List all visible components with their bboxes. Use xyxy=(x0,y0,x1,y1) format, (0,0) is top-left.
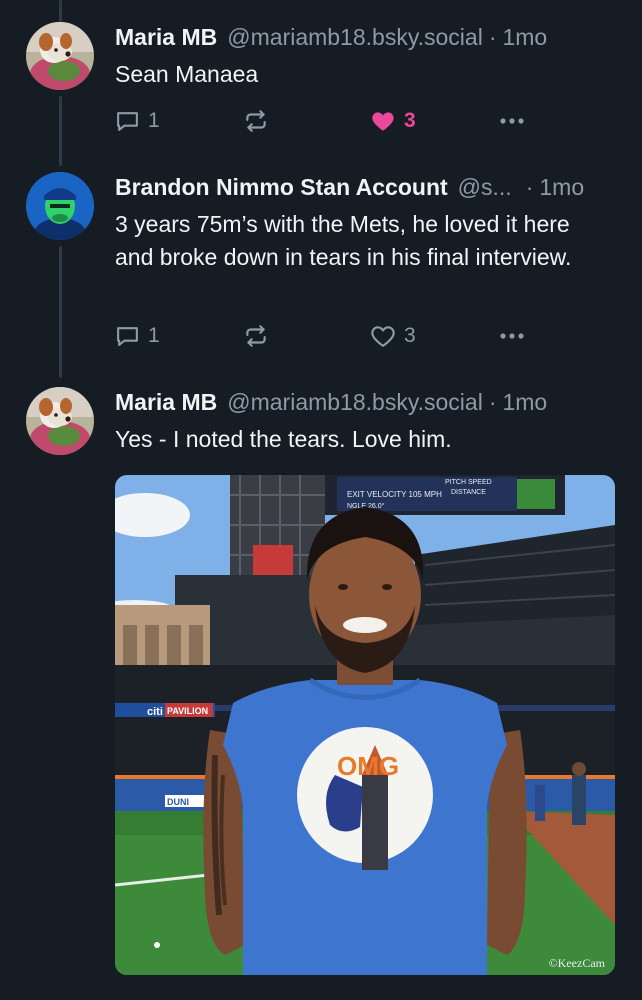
display-name[interactable]: Brandon Nimmo Stan Account xyxy=(115,172,448,202)
post-actions: 1 3 xyxy=(115,108,535,138)
player-avatar[interactable] xyxy=(26,172,94,240)
like-button[interactable]: 3 xyxy=(370,108,416,134)
post-actions: 1 3 xyxy=(115,323,535,353)
scoreboard-text: PITCH SPEED xyxy=(445,479,492,486)
repost-icon xyxy=(246,110,266,132)
post-header: Maria MB @mariamb18.bsky.social · 1mo xyxy=(115,387,616,417)
repost-button[interactable] xyxy=(243,108,269,134)
more-icon xyxy=(500,118,524,124)
post-header: Brandon Nimmo Stan Account @s... · 1mo xyxy=(115,172,616,202)
repost-icon xyxy=(246,325,266,347)
reply-icon xyxy=(117,327,138,346)
stadium-sign-citi: citi xyxy=(147,706,163,718)
user-handle[interactable]: @mariamb18.bsky.social xyxy=(227,22,483,52)
separator-dot: · xyxy=(488,389,497,415)
thread-line-top xyxy=(59,0,62,22)
reply-count: 1 xyxy=(148,323,160,347)
reply-button[interactable]: 1 xyxy=(115,108,160,133)
reply-button[interactable]: 1 xyxy=(115,323,160,348)
like-count: 3 xyxy=(404,324,416,347)
display-name[interactable]: Maria MB xyxy=(115,387,217,417)
timestamp[interactable]: 1mo xyxy=(502,22,547,52)
timestamp[interactable]: 1mo xyxy=(502,387,547,417)
scoreboard-text: EXIT VELOCITY 105 MPH xyxy=(347,490,442,499)
more-options-button[interactable] xyxy=(498,108,526,134)
separator-dot: · xyxy=(488,24,497,50)
reply-count: 1 xyxy=(148,108,160,132)
scoreboard-text: DISTANCE xyxy=(451,489,486,496)
like-count: 3 xyxy=(404,109,416,132)
post-text: 3 years 75m’s with the Mets, he loved it… xyxy=(115,211,572,270)
thread-line-2 xyxy=(59,246,62,378)
post-text: Yes - I noted the tears. Love him. xyxy=(115,426,452,452)
outfield-banner: DUNI xyxy=(167,797,189,807)
more-options-button[interactable] xyxy=(498,323,526,349)
user-handle[interactable]: @s... xyxy=(458,172,512,202)
heart-outline-icon xyxy=(371,326,395,347)
stadium-sign-pavilion: PAVILION xyxy=(167,706,208,716)
shirt-logo-text: OMG xyxy=(337,751,399,781)
separator-dot: · xyxy=(525,174,534,200)
repost-button[interactable] xyxy=(243,323,269,349)
heart-filled-icon xyxy=(372,112,394,131)
post-image[interactable]: EXIT VELOCITY 105 MPH PITCH SPEED DISTAN… xyxy=(115,475,615,975)
display-name[interactable]: Maria MB xyxy=(115,22,217,52)
post-header: Maria MB @mariamb18.bsky.social · 1mo xyxy=(115,22,616,52)
post-text: Sean Manaea xyxy=(115,61,259,87)
dog-avatar[interactable] xyxy=(26,387,94,455)
like-button[interactable]: 3 xyxy=(370,323,416,349)
dog-avatar[interactable] xyxy=(26,22,94,90)
user-handle[interactable]: @mariamb18.bsky.social xyxy=(227,387,483,417)
more-icon xyxy=(500,333,524,339)
image-watermark: ©KeezCam xyxy=(549,956,606,970)
timestamp[interactable]: 1mo xyxy=(539,172,584,202)
thread-line-1 xyxy=(59,96,62,166)
reply-icon xyxy=(117,112,138,131)
